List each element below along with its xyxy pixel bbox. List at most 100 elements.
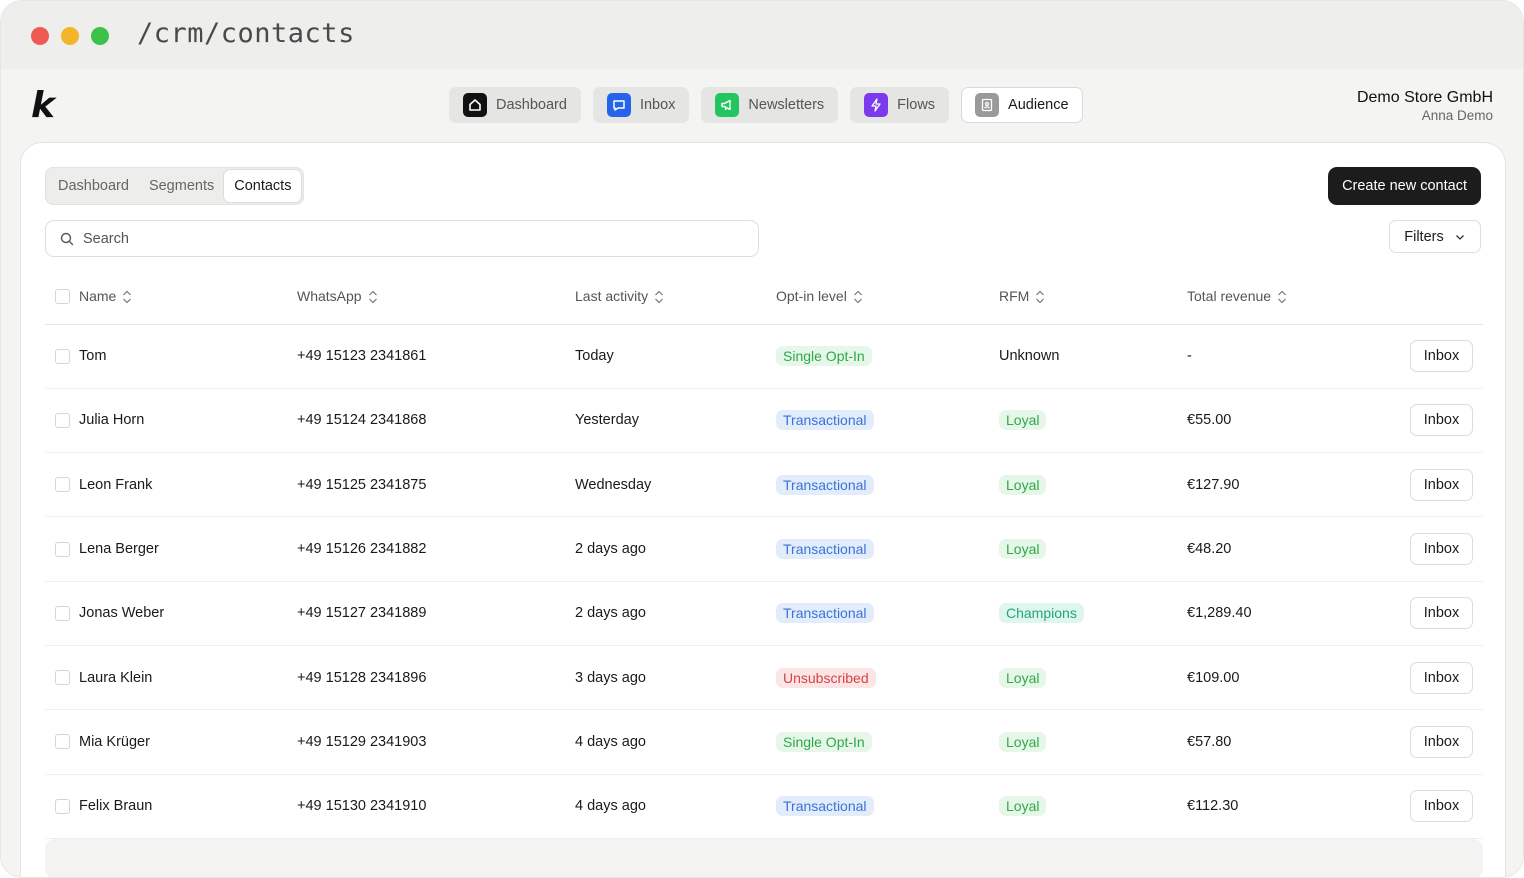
cell-optin: Transactional [776,452,999,518]
rfm-badge: Loyal [999,410,1047,431]
tab-dashboard[interactable]: Dashboard [48,170,139,202]
table-row[interactable]: Jonas Weber +49 15127 2341889 2 days ago Tr… [45,581,1483,646]
cell-last-activity: 2 days ago [575,581,776,646]
sort-icon [123,290,132,304]
row-inbox-button[interactable]: Inbox [1410,790,1473,823]
filters-button[interactable]: Filters [1389,220,1481,253]
cell-rfm: Loyal [999,388,1187,454]
row-checkbox[interactable] [55,477,70,493]
table-row[interactable]: Felix Braun +49 15130 2341910 4 days ago Tr… [45,774,1483,839]
table-row[interactable]: Leon Frank +49 15125 2341875 Wednesday Tran… [45,452,1483,518]
cell-actions: Inbox [1399,774,1483,839]
home-icon [463,93,487,117]
row-inbox-button[interactable]: Inbox [1410,340,1473,373]
column-header-whatsapp[interactable]: WhatsApp [297,269,575,325]
tab-segments[interactable]: Segments [139,170,224,202]
cell-rfm: Loyal [999,774,1187,839]
filters-label: Filters [1404,228,1444,245]
row-checkbox[interactable] [55,670,70,686]
rfm-badge: Champions [999,603,1084,624]
row-inbox-button[interactable]: Inbox [1410,468,1473,501]
column-label: RFM [999,287,1030,304]
row-inbox-button[interactable]: Inbox [1410,404,1473,437]
cell-rfm: Loyal [999,709,1187,775]
cell-rfm: Champions [999,581,1187,646]
row-checkbox[interactable] [55,541,70,557]
main-nav: Dashboard Inbox Newsletters Flows Audien… [449,87,1083,123]
search-input[interactable]: Search [45,220,759,257]
column-header-last-activity[interactable]: Last activity [575,269,776,325]
app-logo[interactable]: k [31,85,55,126]
cell-revenue: €55.00 [1187,388,1399,454]
row-checkbox[interactable] [55,734,70,750]
contacts-book-icon [975,93,1000,117]
table-row[interactable]: Lena Berger +49 15126 2341882 2 days ago Tr… [45,516,1483,582]
table-row[interactable]: Tom +49 15123 2341861 Today Single Opt-In Un… [45,324,1483,389]
row-inbox-button[interactable]: Inbox [1410,661,1473,694]
nav-dashboard[interactable]: Dashboard [449,87,581,123]
row-inbox-button[interactable]: Inbox [1410,725,1473,758]
contacts-panel: Dashboard Segments Contacts Create new c… [20,142,1506,877]
cell-revenue: €127.90 [1187,452,1399,518]
column-header-name[interactable]: Name [79,269,297,325]
table-row[interactable]: Laura Klein +49 15128 2341896 3 days ago Un… [45,645,1483,711]
cell-name[interactable]: Tom [79,324,297,389]
optin-badge: Transactional [776,796,874,817]
cell-name[interactable]: Julia Horn [79,388,297,454]
title-bar: /crm/contacts [1,1,1523,69]
row-checkbox[interactable] [55,348,70,364]
search-placeholder: Search [83,230,129,247]
table-row[interactable]: Mia Krüger +49 15129 2341903 4 days ago Sin… [45,709,1483,775]
rfm-text: Unknown [999,348,1060,365]
optin-badge: Transactional [776,474,874,495]
close-window-button[interactable] [31,27,49,45]
minimize-window-button[interactable] [61,27,79,45]
app-header: k Dashboard Inbox Newsletters Flows Audi… [1,69,1523,143]
account-switcher[interactable]: Demo Store GmbH Anna Demo [1357,89,1493,123]
cell-whatsapp: +49 15130 2341910 [297,774,575,839]
table-row[interactable]: Julia Horn +49 15124 2341868 Yesterday Tran… [45,388,1483,454]
row-inbox-button[interactable]: Inbox [1410,533,1473,566]
cell-name[interactable]: Jonas Weber [79,581,297,646]
cell-rfm: Unknown [999,324,1187,389]
cell-actions: Inbox [1399,709,1483,775]
row-inbox-button[interactable]: Inbox [1410,597,1473,630]
select-all-checkbox[interactable] [55,288,70,304]
cell-actions: Inbox [1399,645,1483,711]
cell-optin: Unsubscribed [776,645,999,711]
row-checkbox[interactable] [55,412,70,428]
sort-icon [853,290,862,304]
column-header-revenue[interactable]: Total revenue [1187,269,1399,325]
row-checkbox[interactable] [55,605,70,621]
cell-name[interactable]: Leon Frank [79,452,297,518]
column-header-optin[interactable]: Opt-in level [776,269,999,325]
cell-whatsapp: +49 15126 2341882 [297,516,575,582]
cell-name[interactable]: Mia Krüger [79,709,297,775]
cell-actions: Inbox [1399,452,1483,518]
cell-whatsapp: +49 15128 2341896 [297,645,575,711]
nav-audience[interactable]: Audience [961,87,1083,123]
cell-last-activity: 4 days ago [575,774,776,839]
rfm-badge: Loyal [999,474,1047,495]
bolt-icon [864,93,889,117]
cell-revenue: - [1187,324,1399,389]
cell-name[interactable]: Lena Berger [79,516,297,582]
create-contact-button[interactable]: Create new contact [1328,167,1481,205]
cell-name[interactable]: Laura Klein [79,645,297,711]
column-label: WhatsApp [297,287,362,304]
user-name: Anna Demo [1421,108,1493,123]
nav-newsletters[interactable]: Newsletters [701,87,839,123]
maximize-window-button[interactable] [91,27,109,45]
cell-name[interactable]: Felix Braun [79,774,297,839]
row-checkbox[interactable] [55,798,70,814]
optin-badge: Unsubscribed [776,667,876,688]
nav-label: Newsletters [748,97,825,113]
cell-last-activity: 2 days ago [575,516,776,582]
cell-rfm: Loyal [999,645,1187,711]
cell-revenue: €48.20 [1187,516,1399,582]
nav-flows[interactable]: Flows [850,87,950,123]
column-header-rfm[interactable]: RFM [999,269,1187,325]
browser-window: /crm/contacts k Dashboard Inbox Newslett… [0,0,1524,878]
nav-inbox[interactable]: Inbox [592,87,690,123]
tab-contacts[interactable]: Contacts [224,170,302,202]
